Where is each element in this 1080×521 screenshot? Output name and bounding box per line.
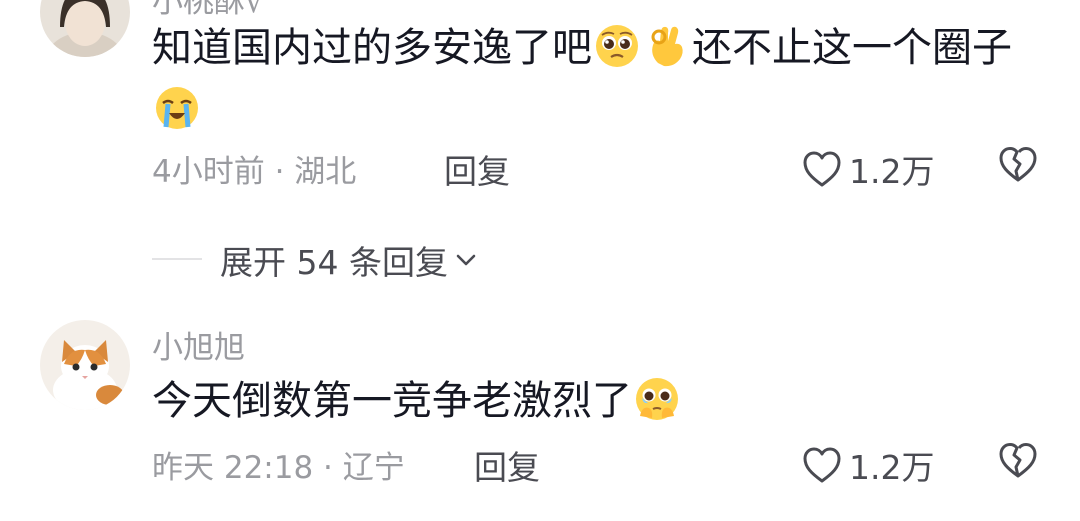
like-count: 1.2万 bbox=[849, 152, 935, 191]
like-button[interactable]: 1.2万 bbox=[801, 145, 934, 193]
reply-button[interactable]: 回复 bbox=[444, 145, 510, 193]
heart-outline-icon bbox=[803, 151, 841, 187]
like-button[interactable]: 1.2万 bbox=[801, 441, 934, 489]
chevron-down-icon bbox=[456, 254, 476, 266]
comment-text: 知道国内过的多安逸了吧 还不止这一个圈子 bbox=[152, 17, 1042, 141]
like-count: 1.2万 bbox=[849, 448, 935, 487]
comment-text-part: 还不止这一个圈子 bbox=[692, 25, 1012, 71]
expand-replies-label: 展开 54 条回复 bbox=[220, 243, 448, 282]
avatar[interactable] bbox=[40, 0, 130, 57]
ok-hand-icon bbox=[644, 23, 690, 69]
username[interactable]: 小旭旭 bbox=[152, 322, 245, 367]
dislike-button[interactable] bbox=[998, 145, 1038, 185]
expand-replies-button[interactable]: 展开 54 条回复 bbox=[220, 236, 480, 284]
heart-outline-icon bbox=[803, 447, 841, 483]
avatar[interactable] bbox=[40, 320, 130, 410]
comment-meta: 昨天 22:18 · 辽宁 bbox=[152, 450, 405, 486]
dislike-button[interactable] bbox=[998, 441, 1038, 481]
pleading-face-icon bbox=[594, 23, 640, 69]
broken-heart-outline-icon bbox=[999, 147, 1037, 182]
loudly-crying-face-icon bbox=[154, 85, 200, 131]
comment-text: 今天倒数第一竞争老激烈了 bbox=[152, 370, 1042, 432]
comment-text-part: 今天倒数第一竞争老激烈了 bbox=[152, 378, 632, 424]
reply-button[interactable]: 回复 bbox=[474, 441, 540, 489]
comment-meta: 4小时前 · 湖北 bbox=[152, 154, 357, 190]
comment-text-part: 知道国内过的多安逸了吧 bbox=[152, 25, 592, 71]
comment-list: 小桃酥√ 知道国内过的多安逸了吧 还不止这一个圈子 4小时前 · 湖北 回复 1.… bbox=[0, 0, 1080, 521]
face-holding-back-tears-icon bbox=[634, 376, 680, 422]
divider bbox=[152, 258, 202, 260]
broken-heart-outline-icon bbox=[999, 443, 1037, 478]
